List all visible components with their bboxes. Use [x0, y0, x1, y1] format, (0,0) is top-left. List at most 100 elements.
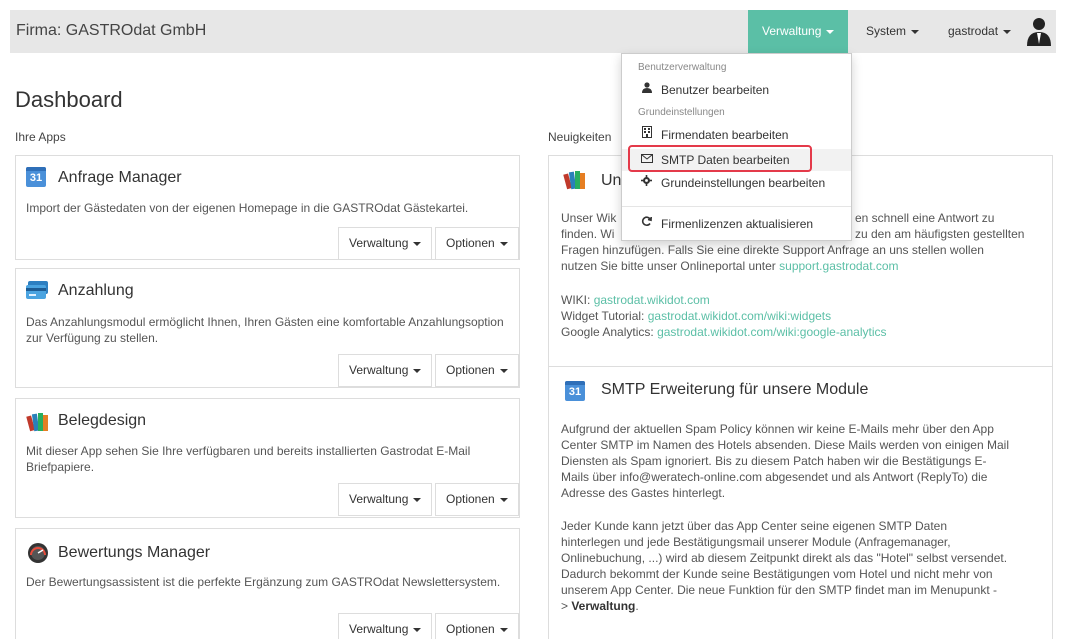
optionen-button[interactable]: Optionen: [435, 354, 519, 387]
menu-system[interactable]: System: [852, 10, 933, 53]
news-text-line: Aufgrund der aktuellen Spam Policy könne…: [561, 422, 994, 436]
building-icon: [640, 124, 653, 146]
optionen-button[interactable]: Optionen: [435, 613, 519, 639]
menu-system-label: System: [866, 24, 907, 38]
page-title: Dashboard: [15, 87, 123, 112]
caret-down-icon: [413, 368, 422, 373]
caret-down-icon: [413, 497, 422, 502]
verwaltung-button[interactable]: Verwaltung: [338, 227, 433, 260]
ga-link[interactable]: gastrodat.wikidot.com/wiki:google-analyt…: [657, 325, 886, 339]
app-description: Mit dieser App sehen Sie Ihre verfügbare…: [26, 444, 471, 474]
company-name: Firma: GASTROdat GmbH: [16, 22, 207, 39]
button-label: Verwaltung: [349, 363, 409, 377]
button-label: Optionen: [446, 492, 495, 506]
news-text-line: hinterlegen und jede Bestätigungsmail un…: [561, 535, 951, 549]
news-panel-smtp: 31 SMTP Erweiterung für unsere Module Au…: [548, 366, 1053, 639]
verwaltung-button[interactable]: Verwaltung: [338, 354, 433, 387]
button-label: Optionen: [446, 236, 495, 250]
dropdown-header-settings: Grundeinstellungen: [638, 107, 725, 118]
caret-down-icon: [1003, 29, 1012, 34]
button-label: Verwaltung: [349, 236, 409, 250]
app-description: Der Bewertungsassistent ist die perfekte…: [26, 575, 501, 589]
menu-item-basic-settings[interactable]: Grundeinstellungen bearbeiten: [622, 172, 851, 194]
widget-link[interactable]: gastrodat.wikidot.com/wiki:widgets: [648, 309, 831, 323]
books-icon: [26, 410, 48, 432]
news-text-line: Onlinebuchung, ...) wird ab diesem Zeitp…: [561, 551, 1008, 565]
caret-down-icon: [499, 368, 508, 373]
wiki-line: WIKI: gastrodat.wikidot.com: [561, 292, 1042, 308]
menu-item-label: Benutzer bearbeiten: [661, 83, 770, 97]
widget-line: Widget Tutorial: gastrodat.wikidot.com/w…: [561, 308, 1042, 324]
news-text-line: zu den am häufigsten gestellten: [855, 227, 1025, 241]
news-title: Un: [601, 172, 622, 189]
calendar-icon: 31: [565, 381, 585, 401]
user-avatar-icon[interactable]: [1026, 16, 1052, 46]
smtp-highlight-frame: [628, 145, 812, 172]
menu-verwaltung[interactable]: Verwaltung: [748, 10, 849, 53]
news-text-line: Adresse des Gastes hinterlegt.: [561, 486, 726, 500]
text-suffix: .: [635, 599, 639, 613]
wiki-link[interactable]: gastrodat.wikidot.com: [594, 293, 710, 307]
menu-item-label: Grundeinstellungen bearbeiten: [661, 176, 826, 190]
news-text-line: > Verwaltung.: [561, 598, 1042, 614]
verwaltung-emphasis: Verwaltung: [571, 599, 636, 613]
menu-user-label: gastrodat: [948, 24, 999, 38]
button-label: Verwaltung: [349, 492, 409, 506]
menu-item-licenses[interactable]: Firmenlizenzen aktualisieren: [622, 213, 851, 235]
app-name: Anfrage Manager: [58, 169, 182, 186]
app-panel-belegdesign: Belegdesign Mit dieser App sehen Sie Ihr…: [15, 398, 520, 518]
top-navbar: Firma: GASTROdat GmbH Verwaltung System …: [10, 10, 1056, 53]
verwaltung-button[interactable]: Verwaltung: [338, 483, 433, 516]
news-text-line: Diensten als Spam ignoriert. Bis zu dies…: [561, 454, 987, 468]
news-text-line: Fragen hinzufügen. Falls Sie eine direkt…: [561, 243, 984, 257]
menu-item-company-data[interactable]: Firmendaten bearbeiten: [622, 124, 851, 146]
widget-label: Widget Tutorial:: [561, 309, 645, 323]
support-link[interactable]: support.gastrodat.com: [779, 259, 898, 273]
app-description: Import der Gästedaten von der eigenen Ho…: [26, 201, 469, 215]
app-panel-anzahlung: Anzahlung Das Anzahlungsmodul ermöglicht…: [15, 268, 520, 388]
caret-down-icon: [413, 627, 422, 632]
menu-item-label: Firmenlizenzen aktualisieren: [661, 217, 814, 231]
caret-down-icon: [413, 241, 422, 246]
gear-icon: [640, 172, 653, 194]
app-panel-bewertungs-manager: Bewertungs Manager Der Bewertungsassiste…: [15, 528, 520, 639]
menu-item-label: Firmendaten bearbeiten: [661, 128, 789, 142]
dropdown-header-users: Benutzerverwaltung: [638, 62, 727, 73]
dropdown-divider: [622, 206, 851, 207]
news-section-label: Neuigkeiten: [548, 130, 612, 144]
ga-line: Google Analytics: gastrodat.wikidot.com/…: [561, 324, 1042, 340]
speedometer-icon: [26, 542, 48, 564]
news-text-line: Unser Wik: [561, 211, 617, 225]
news-title: SMTP Erweiterung für unsere Module: [601, 381, 869, 398]
caret-down-icon: [499, 241, 508, 246]
news-text-line: unserem App Center. Die neue Funktion fü…: [561, 583, 998, 597]
button-label: Verwaltung: [349, 622, 409, 636]
caret-down-icon: [911, 29, 920, 34]
verwaltung-button[interactable]: Verwaltung: [338, 613, 433, 639]
news-text-line: nutzen Sie bitte unser Onlineportal unte…: [561, 258, 1042, 274]
menu-verwaltung-label: Verwaltung: [762, 24, 822, 38]
books-icon: [563, 168, 587, 193]
user-icon: [640, 79, 653, 101]
app-description: Das Anzahlungsmodul ermöglicht Ihnen, Ih…: [26, 315, 504, 345]
news-text-line: finden. Wi: [561, 227, 615, 241]
news-text-line: Jeder Kunde kann jetzt über das App Cent…: [561, 519, 948, 533]
news-text-line: Dadurch bekommt der Kunde seine Bestätig…: [561, 567, 993, 581]
menu-item-edit-users[interactable]: Benutzer bearbeiten: [622, 79, 851, 101]
news-text-line: Mails über info@weratech-online.com abge…: [561, 470, 988, 484]
apps-section-label: Ihre Apps: [15, 130, 66, 144]
ga-label: Google Analytics:: [561, 325, 654, 339]
app-panel-anfrage-manager: 31 Anfrage Manager Import der Gästedaten…: [15, 155, 520, 260]
caret-down-icon: [826, 29, 835, 34]
menu-user[interactable]: gastrodat: [934, 10, 1025, 53]
button-label: Optionen: [446, 622, 495, 636]
news-text-line: en schnell eine Antwort zu: [855, 211, 995, 225]
optionen-button[interactable]: Optionen: [435, 483, 519, 516]
optionen-button[interactable]: Optionen: [435, 227, 519, 260]
calendar-icon: 31: [26, 167, 48, 189]
wiki-label: WIKI:: [561, 293, 591, 307]
caret-down-icon: [499, 497, 508, 502]
refresh-icon: [640, 213, 653, 235]
credit-card-icon: [26, 280, 48, 302]
news-text-line: Center SMTP im Namen des Hotels absenden…: [561, 438, 1009, 452]
